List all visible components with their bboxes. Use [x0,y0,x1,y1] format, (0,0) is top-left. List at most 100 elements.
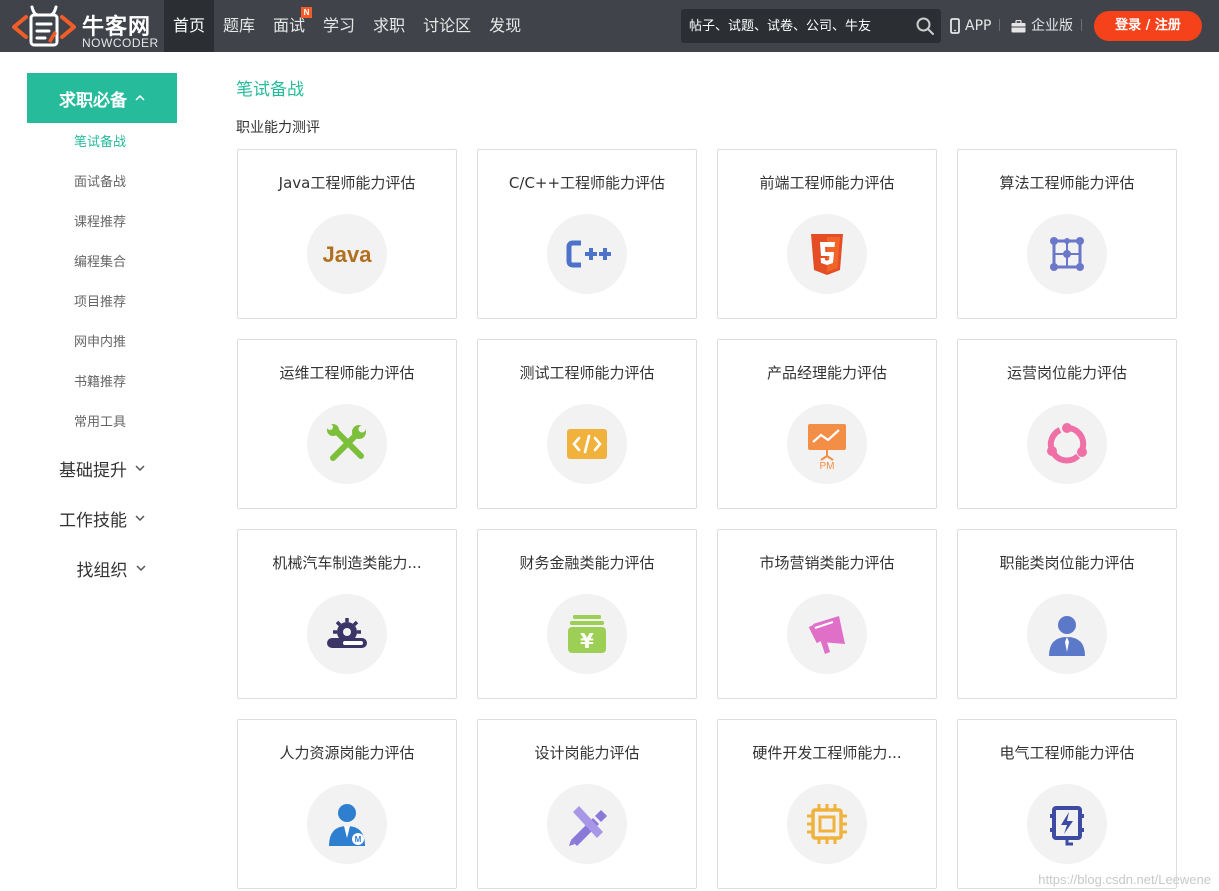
chevron-up-icon [135,95,145,101]
hr-icon: M [307,784,387,864]
search-icon[interactable] [915,16,935,36]
card-operations[interactable]: 运营岗位能力评估 [957,339,1177,509]
search-input[interactable] [689,9,911,43]
machinery-icon [307,594,387,674]
section-title: 职业能力测评 [236,120,320,136]
card-title: 设计岗能力评估 [534,744,640,762]
nav-discuss[interactable]: 讨论区 [414,0,480,52]
header-divider [1081,19,1082,31]
sidebar-group-label: 基础提升 [59,460,127,481]
html5-icon [787,214,867,294]
card-title: 运维工程师能力评估 [279,364,415,382]
logo[interactable]: 牛客网 NOWCODER [12,5,162,50]
card-marketing[interactable]: 市场营销类能力评估 [717,529,937,699]
logo-icon [12,5,76,47]
card-hr[interactable]: 人力资源岗能力评估 M [237,719,457,889]
sidebar-head-label: 求职必备 [59,90,127,111]
sidebar-group-basics[interactable]: 基础提升 [27,443,177,493]
card-java[interactable]: Java工程师能力评估 Java [237,149,457,319]
nav-interview-label: 面试 [273,16,306,35]
chevron-down-icon [135,515,145,521]
nav-questions-label: 题库 [223,16,256,35]
sidebar-item-projects[interactable]: 项目推荐 [27,283,177,323]
card-title: 市场营销类能力评估 [759,554,895,572]
login-button[interactable]: 登录 / 注册 [1094,11,1202,41]
sidebar-item-courses[interactable]: 课程推荐 [27,203,177,243]
chip-icon [787,784,867,864]
sidebar-group-label: 工作技能 [59,510,127,531]
card-testing[interactable]: 测试工程师能力评估 [477,339,697,509]
card-title: Java工程师能力评估 [278,174,416,192]
sidebar-item-referral[interactable]: 网申内推 [27,323,177,363]
header-divider [999,19,1000,31]
nav-learn-label: 学习 [323,16,356,35]
pm-icon: PM [787,404,867,484]
megaphone-icon [787,594,867,674]
new-badge: N [301,7,313,18]
java-icon: Java [307,214,387,294]
card-functional[interactable]: 职能类岗位能力评估 [957,529,1177,699]
cycle-icon [1027,404,1107,484]
app-label: APP [965,18,992,34]
nav-home[interactable]: 首页 [164,0,215,52]
nav-learn[interactable]: 学习 [314,0,364,52]
sidebar-group-skills[interactable]: 工作技能 [27,493,177,543]
nav-discuss-label: 讨论区 [423,16,472,35]
nav-interview[interactable]: 面试 N [264,0,314,52]
cpp-icon [547,214,627,294]
person-icon [1027,594,1107,674]
svg-text:M: M [355,835,362,844]
card-title: 产品经理能力评估 [766,364,887,382]
app-link[interactable]: APP [950,0,991,52]
card-ops[interactable]: 运维工程师能力评估 [237,339,457,509]
card-title: 硬件开发工程师能力... [752,744,902,762]
watermark: https://blog.csdn.net/Leewene [1038,872,1211,887]
card-hardware[interactable]: 硬件开发工程师能力... [717,719,937,889]
card-finance[interactable]: 财务金融类能力评估 ¥ [477,529,697,699]
card-title: 运营岗位能力评估 [1006,364,1127,382]
nav-discover[interactable]: 发现 [480,0,530,52]
svg-text:PM: PM [820,461,835,472]
card-cpp[interactable]: C/C++工程师能力评估 [477,149,697,319]
card-pm[interactable]: 产品经理能力评估 PM [717,339,937,509]
card-title: 财务金融类能力评估 [519,554,655,572]
enterprise-link[interactable]: 企业版 [1011,0,1073,52]
sidebar-item-coding[interactable]: 编程集合 [27,243,177,283]
sidebar-group-orgs[interactable]: 找组织 [27,543,177,593]
card-title: 人力资源岗能力评估 [279,744,415,762]
search-box [681,9,941,43]
sidebar-item-written-prep[interactable]: 笔试备战 [27,123,177,163]
nav-discover-label: 发现 [489,16,522,35]
nav-jobs-label: 求职 [373,16,406,35]
sidebar-item-tools[interactable]: 常用工具 [27,403,177,443]
chevron-down-icon [135,565,146,571]
card-algorithm[interactable]: 算法工程师能力评估 [957,149,1177,319]
card-title: 测试工程师能力评估 [519,364,655,382]
nav-jobs[interactable]: 求职 [364,0,414,52]
algorithm-icon [1027,214,1107,294]
tools-icon [307,404,387,484]
main-nav: 首页 题库 面试 N 学习 求职 讨论区 发现 [164,0,530,52]
card-title: 前端工程师能力评估 [759,174,895,192]
sidebar-group-label: 找组织 [76,560,128,581]
card-frontend[interactable]: 前端工程师能力评估 [717,149,937,319]
card-title: C/C++工程师能力评估 [508,174,666,192]
nav-questions[interactable]: 题库 [214,0,264,52]
card-title: 职能类岗位能力评估 [999,554,1135,572]
card-machinery[interactable]: 机械汽车制造类能力... [237,529,457,699]
code-icon [547,404,627,484]
sidebar: 求职必备 笔试备战 面试备战 课程推荐 编程集合 项目推荐 网申内推 书籍推荐 … [27,73,177,593]
card-title: 算法工程师能力评估 [999,174,1135,192]
nav-home-label: 首页 [173,16,206,35]
sidebar-item-books[interactable]: 书籍推荐 [27,363,177,403]
card-design[interactable]: 设计岗能力评估 [477,719,697,889]
finance-icon: ¥ [547,594,627,674]
svg-text:¥: ¥ [580,629,594,653]
sidebar-item-interview-prep[interactable]: 面试备战 [27,163,177,203]
card-title: 电气工程师能力评估 [999,744,1135,762]
card-electrical[interactable]: 电气工程师能力评估 [957,719,1177,889]
assessment-grid: Java工程师能力评估 Java C/C++工程师能力评估 前端工程师能力评估 … [237,149,1177,889]
top-header: 牛客网 NOWCODER 首页 题库 面试N 学习 求职 讨论区 发现 APP … [0,0,1219,52]
chevron-down-icon [135,465,145,471]
sidebar-head-job-prep[interactable]: 求职必备 [27,73,177,123]
